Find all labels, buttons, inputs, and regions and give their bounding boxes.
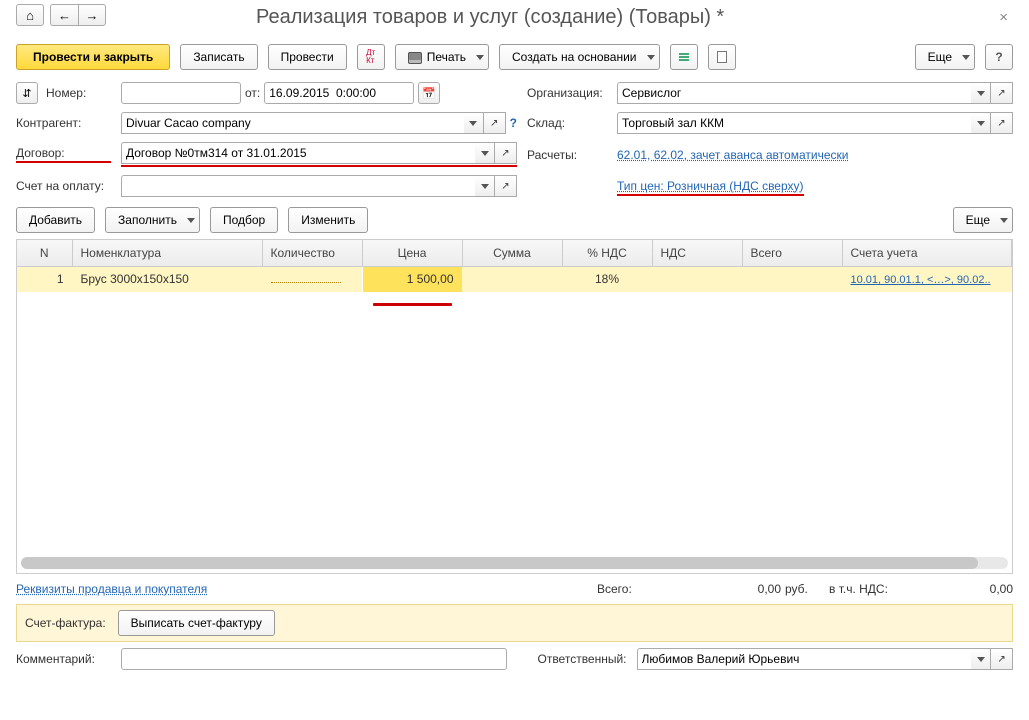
otvetstvennyy-field[interactable]: [637, 648, 971, 670]
nomer-field[interactable]: [121, 82, 241, 104]
dt-kt-button[interactable]: ДтКт: [357, 44, 385, 70]
cell-scheta[interactable]: 10.01, 90.01.1, <…>, 90.02..: [842, 266, 1012, 292]
cell-summa[interactable]: [462, 266, 562, 292]
schet-na-oplatu-label: Счет на оплату:: [16, 179, 111, 193]
otvetstvennyy-dropdown[interactable]: [971, 648, 991, 670]
nomer-label: Номер:: [46, 86, 86, 100]
kommentariy-field[interactable]: [121, 648, 507, 670]
provesti-button[interactable]: Провести: [268, 44, 347, 70]
rekvizity-link[interactable]: Реквизиты продавца и покупателя: [16, 582, 207, 596]
pechat-button[interactable]: Печать: [395, 44, 489, 70]
organization-dropdown[interactable]: [971, 82, 991, 104]
col-summa[interactable]: Сумма: [462, 240, 562, 266]
otvetstvennyy-label: Ответственный:: [537, 652, 626, 666]
dogovor-field[interactable]: [121, 142, 475, 164]
goods-table[interactable]: N Номенклатура Количество Цена Сумма % Н…: [16, 239, 1013, 574]
col-kolichestvo[interactable]: Количество: [262, 240, 362, 266]
calendar-button[interactable]: 📅: [418, 82, 440, 104]
provesti-i-zakryt-button[interactable]: Провести и закрыть: [16, 44, 170, 70]
nav-back-button[interactable]: ←: [50, 4, 78, 26]
schet-na-oplatu-field[interactable]: [121, 175, 475, 197]
list-icon: [679, 53, 689, 61]
help-button[interactable]: ?: [985, 44, 1013, 70]
sklad-open[interactable]: ↗: [991, 112, 1013, 134]
kontragent-open[interactable]: ↗: [484, 112, 506, 134]
col-cena[interactable]: Цена: [362, 240, 462, 266]
raschety-link[interactable]: 62.01, 62.02, зачет аванса автоматически: [617, 148, 848, 162]
sklad-label: Склад:: [527, 116, 607, 130]
ot-label: от:: [245, 86, 260, 100]
totals-vsego-label: Всего:: [597, 582, 657, 596]
col-scheta-ucheta[interactable]: Счета учета: [842, 240, 1012, 266]
totals-vtch-value: 0,00: [933, 582, 1013, 596]
kontragent-help[interactable]: ?: [510, 116, 517, 130]
col-nds[interactable]: НДС: [652, 240, 742, 266]
cell-nomenklatura[interactable]: Брус 3000х150х150: [72, 266, 262, 292]
date-field[interactable]: [264, 82, 414, 104]
tip-cen-link[interactable]: Тип цен: Розничная (НДС сверху): [617, 179, 804, 196]
organization-field[interactable]: [617, 82, 971, 104]
organization-label: Организация:: [527, 86, 607, 100]
col-n[interactable]: N: [17, 240, 72, 266]
izmenit-button[interactable]: Изменить: [288, 207, 368, 233]
sklad-dropdown[interactable]: [971, 112, 991, 134]
otvetstvennyy-open[interactable]: ↗: [991, 648, 1013, 670]
print-icon: [408, 52, 422, 64]
schet-na-oplatu-open[interactable]: ↗: [495, 175, 517, 197]
move-button[interactable]: ⇵: [16, 82, 38, 104]
col-nomenklatura[interactable]: Номенклатура: [72, 240, 262, 266]
attach-icon-button[interactable]: [708, 44, 736, 70]
report-icon-button[interactable]: [670, 44, 698, 70]
cell-n: 1: [17, 266, 72, 292]
totals-rub: руб.: [785, 582, 825, 596]
vypisat-schet-fakturu-button[interactable]: Выписать счет-фактуру: [118, 610, 275, 636]
close-icon[interactable]: ×: [994, 7, 1013, 28]
schet-faktura-label: Счет-фактура:: [25, 616, 106, 630]
cell-nds[interactable]: [652, 266, 742, 292]
totals-vsego-value: 0,00: [661, 582, 781, 596]
cell-kolichestvo[interactable]: [262, 266, 362, 292]
dogovor-open[interactable]: ↗: [495, 142, 517, 164]
horizontal-scrollbar[interactable]: [21, 557, 1008, 569]
dogovor-label: Договор:: [16, 146, 111, 163]
kontragent-field[interactable]: [121, 112, 464, 134]
zapolnit-button[interactable]: Заполнить: [105, 207, 200, 233]
raschety-label: Расчеты:: [527, 148, 607, 162]
col-pct-nds[interactable]: % НДС: [562, 240, 652, 266]
schet-na-oplatu-dropdown[interactable]: [475, 175, 495, 197]
nav-forward-button[interactable]: →: [78, 4, 106, 26]
podbor-button[interactable]: Подбор: [210, 207, 278, 233]
cell-pct-nds[interactable]: 18%: [562, 266, 652, 292]
zapisat-button[interactable]: Записать: [180, 44, 257, 70]
col-vsego[interactable]: Всего: [742, 240, 842, 266]
sozdat-na-osnovanii-button[interactable]: Создать на основании: [499, 44, 660, 70]
sklad-field[interactable]: [617, 112, 971, 134]
page-title: Реализация товаров и услуг (создание) (Т…: [256, 6, 724, 29]
kontragent-label: Контрагент:: [16, 116, 111, 130]
esche-button[interactable]: Еще: [915, 44, 975, 70]
document-icon: [717, 51, 727, 63]
kommentariy-label: Комментарий:: [16, 652, 111, 666]
dogovor-dropdown[interactable]: [475, 142, 495, 164]
table-row[interactable]: 1 Брус 3000х150х150 1 500,00 18% 10.01, …: [17, 266, 1012, 292]
home-button[interactable]: ⌂: [16, 4, 44, 26]
cell-vsego[interactable]: [742, 266, 842, 292]
organization-open[interactable]: ↗: [991, 82, 1013, 104]
cell-cena[interactable]: 1 500,00: [362, 266, 462, 292]
kontragent-dropdown[interactable]: [464, 112, 484, 134]
table-esche-button[interactable]: Еще: [953, 207, 1013, 233]
dobavit-button[interactable]: Добавить: [16, 207, 95, 233]
totals-vtch-label: в т.ч. НДС:: [829, 582, 929, 596]
